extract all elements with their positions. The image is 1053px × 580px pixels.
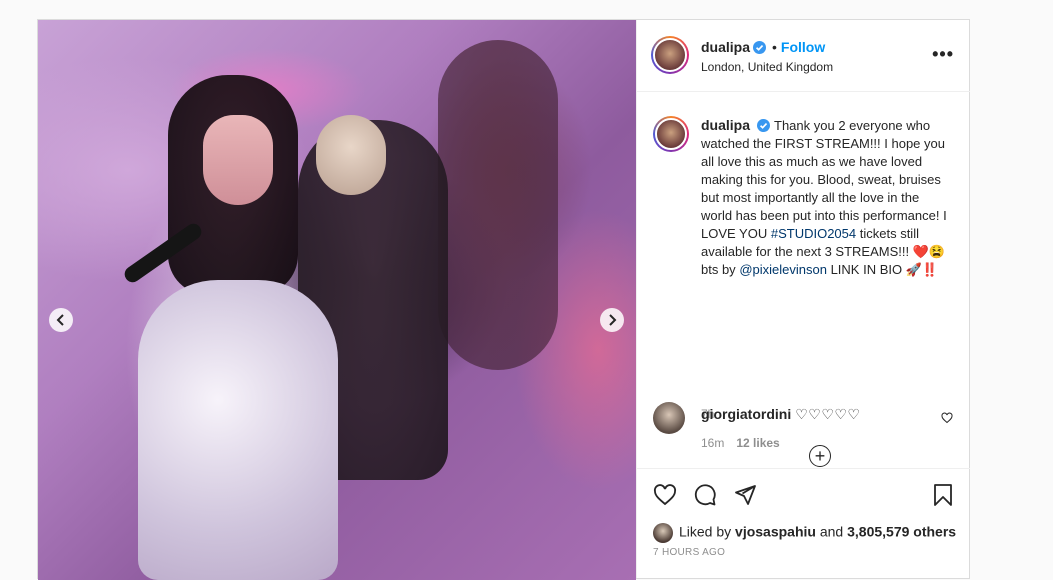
comment-likes[interactable]: 12 likes bbox=[736, 436, 779, 450]
mention-link[interactable]: @pixielevinson bbox=[739, 262, 827, 277]
carousel-next-button[interactable] bbox=[600, 308, 624, 332]
separator-dot: • bbox=[772, 39, 777, 55]
post-photo[interactable] bbox=[38, 20, 636, 580]
follow-button[interactable]: Follow bbox=[781, 39, 825, 55]
liked-by-count[interactable]: 3,805,579 others bbox=[847, 524, 956, 540]
caption-avatar[interactable] bbox=[653, 116, 689, 152]
caption-username[interactable]: dualipa bbox=[701, 117, 750, 133]
carousel-prev-button[interactable] bbox=[49, 308, 73, 332]
post-actions: Liked by vjosaspahiu and 3,805,579 other… bbox=[637, 468, 970, 579]
caption-body-end: LINK IN BIO 🚀‼️ bbox=[826, 262, 939, 277]
commenter-username[interactable]: giorgiatordini bbox=[701, 406, 791, 422]
photo-dress-shape bbox=[138, 280, 338, 580]
comment-time[interactable]: 16m bbox=[701, 436, 724, 450]
load-more-comments-button[interactable]: + bbox=[809, 445, 831, 467]
liked-by: Liked by vjosaspahiu and 3,805,579 other… bbox=[653, 523, 956, 543]
commenter-avatar[interactable] bbox=[653, 402, 685, 434]
header-line: dualipa • Follow bbox=[701, 39, 825, 55]
post-card: dualipa • Follow London, United Kingdom ••… bbox=[37, 19, 970, 580]
comment-meta: 16m 12 likes bbox=[701, 436, 780, 450]
photo-face-shape bbox=[203, 115, 273, 205]
chevron-left-icon bbox=[56, 314, 64, 326]
chevron-right-icon bbox=[609, 314, 617, 326]
heart-icon[interactable] bbox=[653, 483, 677, 507]
share-icon[interactable] bbox=[733, 483, 757, 507]
hashtag-link[interactable]: #STUDIO2054 bbox=[771, 226, 856, 241]
caption-text: dualipa Thank you 2 everyone who watched … bbox=[701, 116, 951, 279]
location-link[interactable]: London, United Kingdom bbox=[701, 60, 833, 74]
post-timestamp[interactable]: 7 HOURS AGO bbox=[653, 547, 725, 558]
liked-by-and: and bbox=[819, 523, 844, 540]
liked-by-prefix: Liked by bbox=[679, 523, 732, 540]
photo-dancer-shape bbox=[438, 40, 558, 370]
verified-badge-icon bbox=[753, 41, 767, 54]
comment-line: giorgiatordini ♡♡♡♡♡ bbox=[701, 406, 860, 423]
caption-body: Thank you 2 everyone who watched the FIR… bbox=[701, 118, 947, 241]
author-username[interactable]: dualipa bbox=[701, 39, 750, 55]
liked-by-user[interactable]: vjosaspahiu bbox=[735, 524, 816, 540]
liked-by-avatar bbox=[653, 523, 673, 543]
comment-icon[interactable] bbox=[693, 483, 717, 507]
post-header: dualipa • Follow London, United Kingdom ••… bbox=[637, 20, 970, 92]
verified-badge-icon bbox=[757, 119, 771, 132]
comment-heart-icon[interactable] bbox=[941, 412, 953, 424]
photo-figure-head-shape bbox=[316, 115, 386, 195]
post-sidebar: dualipa • Follow London, United Kingdom ••… bbox=[636, 20, 970, 578]
comment-body: ♡♡♡♡♡ bbox=[795, 406, 861, 422]
author-avatar[interactable] bbox=[651, 36, 689, 74]
more-options-icon[interactable]: ••• bbox=[932, 44, 954, 65]
bookmark-icon[interactable] bbox=[931, 483, 955, 507]
